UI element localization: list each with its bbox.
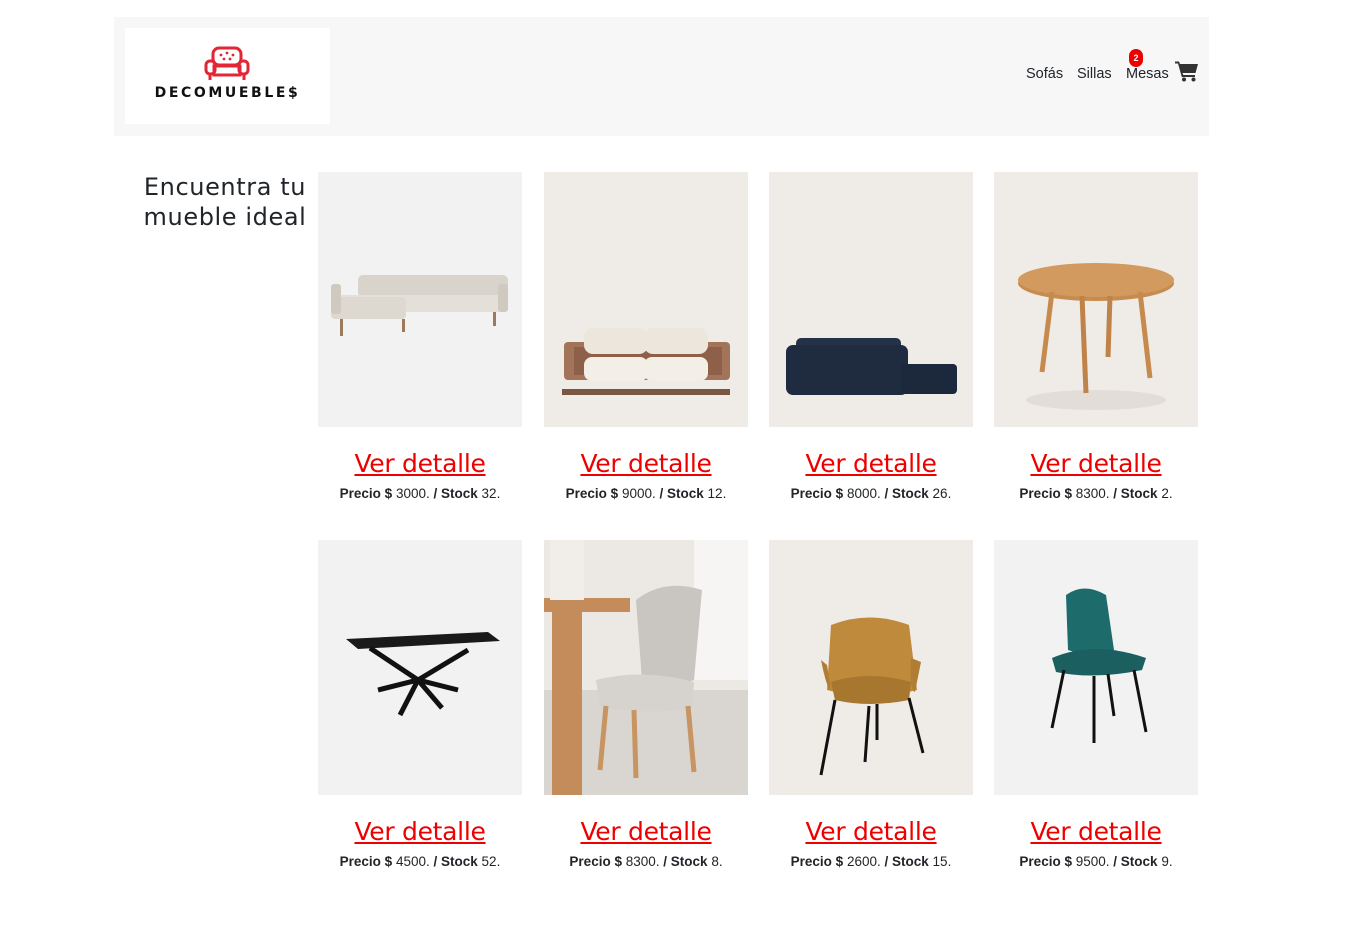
price-value: 3000.	[395, 486, 430, 501]
product-card: Ver detalle Precio $ 8000. / Stock 26.	[769, 172, 973, 501]
product-image[interactable]	[769, 172, 973, 427]
stock-value: 8.	[711, 854, 723, 869]
ver-detalle-link[interactable]: Ver detalle	[994, 449, 1198, 478]
price-label: Precio $	[565, 486, 619, 501]
product-card: Ver detalle Precio $ 8300. / Stock 2.	[994, 172, 1198, 501]
product-info: Precio $ 2600. / Stock 15.	[769, 854, 973, 869]
product-info: Precio $ 9500. / Stock 9.	[994, 854, 1198, 869]
product-info: Precio $ 8300. / Stock 2.	[994, 486, 1198, 501]
stock-label: / Stock	[1113, 486, 1158, 501]
ver-detalle-link[interactable]: Ver detalle	[994, 817, 1198, 846]
price-label: Precio $	[790, 854, 844, 869]
sofa-logo-icon	[204, 46, 250, 80]
stock-label: / Stock	[433, 486, 478, 501]
product-info: Precio $ 3000. / Stock 32.	[318, 486, 522, 501]
price-value: 9500.	[1075, 854, 1110, 869]
nav-link-sillas[interactable]: Sillas	[1077, 66, 1112, 82]
product-card: Ver detalle Precio $ 8300. / Stock 8.	[544, 540, 748, 869]
ver-detalle-link[interactable]: Ver detalle	[544, 817, 748, 846]
product-image[interactable]	[544, 540, 748, 795]
ver-detalle-link[interactable]: Ver detalle	[769, 817, 973, 846]
price-label: Precio $	[339, 854, 393, 869]
stock-label: / Stock	[1113, 854, 1158, 869]
ver-detalle-link[interactable]: Ver detalle	[769, 449, 973, 478]
product-card: Ver detalle Precio $ 2600. / Stock 15.	[769, 540, 973, 869]
product-info: Precio $ 8000. / Stock 26.	[769, 486, 973, 501]
brand-logo[interactable]: DECOMUEBLE$	[125, 28, 330, 124]
price-value: 8300.	[625, 854, 660, 869]
price-label: Precio $	[790, 486, 844, 501]
price-value: 9000.	[621, 486, 656, 501]
ver-detalle-link[interactable]: Ver detalle	[318, 449, 522, 478]
product-image[interactable]	[994, 540, 1198, 795]
price-label: Precio $	[1019, 486, 1072, 501]
stock-label: / Stock	[433, 854, 478, 869]
stock-label: / Stock	[884, 486, 929, 501]
sidebar-heading: Encuentra tu mueble ideal	[143, 173, 307, 231]
price-label: Precio $	[569, 854, 622, 869]
stock-value: 2.	[1161, 486, 1173, 501]
product-info: Precio $ 9000. / Stock 12.	[544, 486, 748, 501]
price-label: Precio $	[339, 486, 393, 501]
price-value: 8000.	[846, 486, 881, 501]
product-info: Precio $ 4500. / Stock 52.	[318, 854, 522, 869]
nav-link-mesas[interactable]: Mesas	[1126, 66, 1169, 82]
brand-name: DECOMUEBLE$	[154, 85, 301, 101]
stock-value: 15.	[932, 854, 952, 869]
product-image[interactable]	[318, 172, 522, 427]
nav-link-sofas[interactable]: Sofás	[1026, 66, 1063, 82]
product-card: Ver detalle Precio $ 3000. / Stock 32.	[318, 172, 522, 501]
shopping-cart-icon[interactable]	[1175, 60, 1199, 82]
product-card: Ver detalle Precio $ 4500. / Stock 52.	[318, 540, 522, 869]
ver-detalle-link[interactable]: Ver detalle	[544, 449, 748, 478]
stock-value: 9.	[1161, 854, 1173, 869]
price-value: 2600.	[846, 854, 881, 869]
stock-value: 52.	[481, 854, 501, 869]
product-image[interactable]	[544, 172, 748, 427]
product-info: Precio $ 8300. / Stock 8.	[544, 854, 748, 869]
stock-label: / Stock	[659, 486, 704, 501]
stock-value: 32.	[481, 486, 501, 501]
navbar: DECOMUEBLE$ Sofás Sillas Mesas 2	[114, 17, 1209, 136]
price-value: 8300.	[1075, 486, 1110, 501]
stock-label: / Stock	[884, 854, 929, 869]
product-card: Ver detalle Precio $ 9000. / Stock 12.	[544, 172, 748, 501]
product-card: Ver detalle Precio $ 9500. / Stock 9.	[994, 540, 1198, 869]
stock-value: 26.	[932, 486, 952, 501]
stock-label: / Stock	[663, 854, 708, 869]
price-label: Precio $	[1019, 854, 1072, 869]
product-image[interactable]	[318, 540, 522, 795]
price-value: 4500.	[395, 854, 430, 869]
cart-count-badge: 2	[1129, 49, 1143, 67]
stock-value: 12.	[707, 486, 727, 501]
product-image[interactable]	[769, 540, 973, 795]
ver-detalle-link[interactable]: Ver detalle	[318, 817, 522, 846]
product-image[interactable]	[994, 172, 1198, 427]
